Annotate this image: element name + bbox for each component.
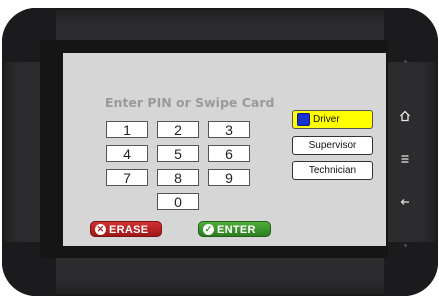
corner-bumper [384, 8, 438, 62]
keypad-key-8[interactable]: 8 [157, 169, 199, 186]
check-circle-icon: ✓ [203, 224, 214, 235]
erase-label: ERASE [109, 224, 149, 236]
role-button-technician[interactable]: Technician [292, 161, 373, 180]
status-led [404, 244, 407, 247]
close-circle-icon: ✕ [95, 224, 106, 235]
keypad-key-5[interactable]: 5 [157, 145, 199, 162]
back-arrow-icon[interactable] [398, 196, 412, 211]
keypad-key-4[interactable]: 4 [106, 145, 148, 162]
keypad-key-1[interactable]: 1 [106, 121, 148, 138]
erase-button[interactable]: ✕ ERASE [90, 221, 162, 237]
keypad-key-2[interactable]: 2 [157, 121, 199, 138]
enter-label: ENTER [217, 224, 256, 236]
role-label: Driver [313, 114, 340, 125]
keypad-key-3[interactable]: 3 [208, 121, 250, 138]
role-label: Supervisor [308, 140, 357, 151]
keypad-key-7[interactable]: 7 [106, 169, 148, 186]
menu-lines-icon[interactable] [398, 153, 412, 168]
role-label: Technician [308, 165, 357, 176]
pin-prompt-title: Enter PIN or Swipe Card [105, 95, 275, 110]
driver-color-swatch [297, 113, 310, 126]
keypad-key-0[interactable]: 0 [157, 193, 199, 210]
role-button-driver[interactable]: Driver [292, 110, 373, 129]
status-led [404, 60, 407, 63]
home-outline-icon[interactable] [398, 110, 412, 125]
corner-bumper [384, 242, 438, 296]
role-button-supervisor[interactable]: Supervisor [292, 136, 373, 155]
keypad-key-6[interactable]: 6 [208, 145, 250, 162]
enter-button[interactable]: ✓ ENTER [198, 221, 271, 237]
keypad-key-9[interactable]: 9 [208, 169, 250, 186]
